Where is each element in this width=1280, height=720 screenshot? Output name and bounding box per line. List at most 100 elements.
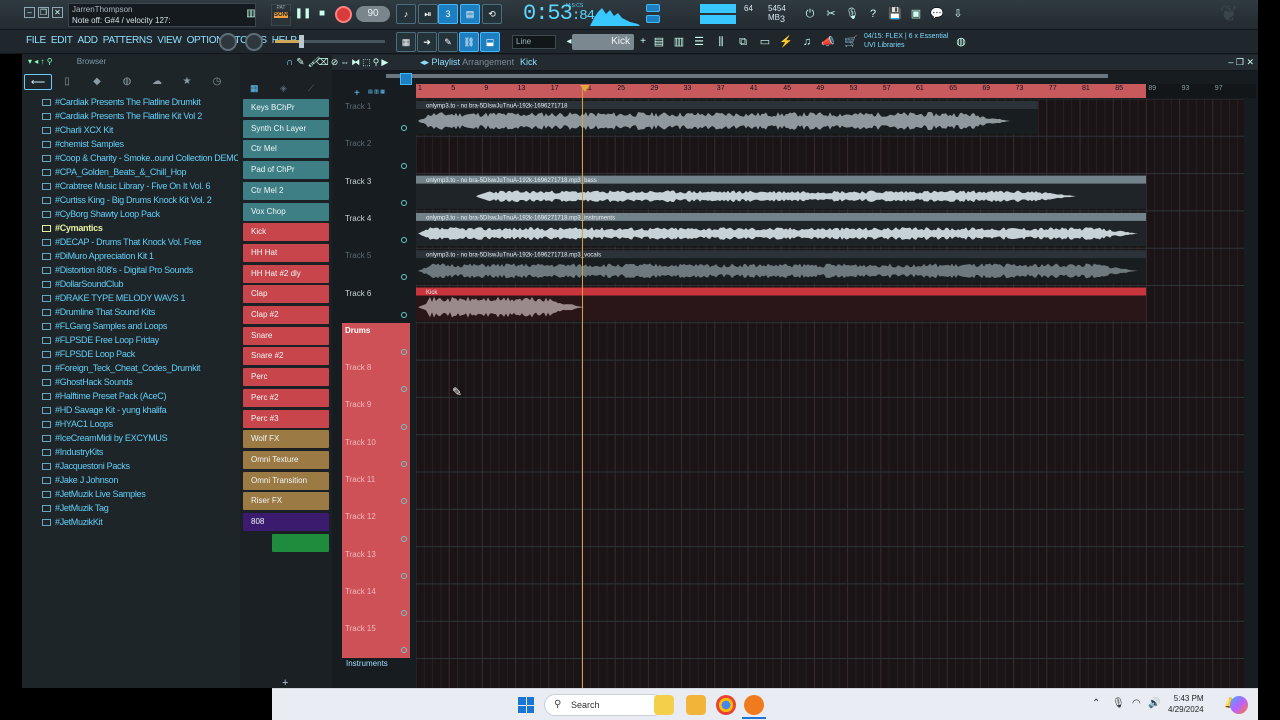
online-icon[interactable]: ⏻ (801, 5, 819, 23)
track-mute-led-icon[interactable] (401, 386, 407, 393)
track-mute-led-icon[interactable] (401, 647, 407, 654)
browser-folder-item[interactable]: #IndustryKits (42, 445, 238, 459)
copilot-icon[interactable] (1230, 696, 1248, 714)
ruler-loop-region[interactable] (416, 84, 1146, 98)
tray-mic-icon[interactable]: 🎙 (1112, 698, 1125, 709)
chat-icon[interactable]: 💬 (928, 5, 946, 23)
track-mute-led-icon[interactable] (401, 311, 407, 318)
browser-folder-item[interactable]: #Coop & Charity - Smoke..ound Collection… (42, 151, 238, 165)
browser-folder-item[interactable]: #Curtiss King - Big Drums Knock Kit Vol.… (42, 193, 238, 207)
file-explorer-icon[interactable] (686, 695, 706, 715)
channel-plugin-icon[interactable]: ◈ (280, 83, 287, 94)
browser-folder-item[interactable]: #GhostHack Sounds (42, 375, 238, 389)
browser-folder-item[interactable]: #chemist Samples (42, 137, 238, 151)
track-header[interactable]: Drums (342, 322, 410, 361)
browser-folder-item[interactable]: #HD Savage Kit - yung khalifa (42, 403, 238, 417)
playlist-close-icon[interactable]: ✕ (1246, 57, 1254, 67)
browser-folder-item[interactable]: #JetMuzik Live Samples (42, 487, 238, 501)
browser-folder-item[interactable]: #Halftime Preset Pack (AceC) (42, 389, 238, 403)
track-header[interactable]: Track 11 (342, 472, 410, 510)
channel-button[interactable]: HH Hat #2 dly (243, 264, 329, 283)
stop-icon[interactable]: ■ (313, 5, 331, 23)
playhead[interactable] (582, 85, 583, 688)
browser-folder-item[interactable]: #FLGang Samples and Loops (42, 319, 238, 333)
pencil-icon[interactable]: ✎ (438, 32, 458, 52)
snap-selector[interactable]: Line (512, 35, 556, 49)
browser-folder-item[interactable]: #JetMuzik Tag (42, 501, 238, 515)
playlist-add-track-icon[interactable]: + (354, 88, 360, 99)
channel-button[interactable]: Ctr Mel 2 (243, 181, 329, 200)
browser-folder-item[interactable]: #CPA_Golden_Beats_&_Chill_Hop (42, 165, 238, 179)
blend-notes-icon[interactable]: ▤ (460, 4, 480, 24)
channel-button[interactable]: Kick (243, 223, 329, 242)
playlist-horizontal-scrollbar[interactable] (386, 74, 1108, 78)
master-volume-knob[interactable] (219, 33, 237, 51)
playlist-arrows-icon[interactable]: ◂▸ (420, 57, 432, 67)
browser-folder-item[interactable]: #Crabtree Music Library - Five On It Vol… (42, 179, 238, 193)
channel-button[interactable]: Omni Transition (243, 471, 329, 490)
track-header[interactable]: Track 6 (342, 286, 410, 323)
taskbar-search[interactable]: ⚲ Search (544, 694, 664, 716)
pat-song-toggle[interactable]: PAT SONG (271, 4, 292, 26)
help-icon[interactable]: ? (864, 5, 882, 23)
chrome-icon[interactable] (716, 695, 736, 715)
browser-nav-icon[interactable]: ▾ ◂ ↑ ⚲ (28, 57, 53, 66)
link-icon[interactable]: ⛓ (459, 32, 479, 52)
browser-folder-item[interactable]: #Cymantics (42, 221, 238, 235)
piano-roll-icon[interactable]: ▥ (670, 33, 688, 51)
browser-plugins-tab-icon[interactable]: ◆ (88, 74, 106, 90)
channel-button[interactable]: Pad of ChPr (243, 161, 329, 180)
track-header[interactable]: Track 5 (342, 248, 410, 285)
channel-button[interactable]: 808 (243, 513, 329, 531)
fl-studio-taskbar-icon[interactable] (744, 695, 764, 715)
menu-file[interactable]: FILE (26, 35, 46, 46)
track-header[interactable]: Track 14 (342, 583, 410, 622)
widgets-icon[interactable] (654, 695, 674, 715)
browser-star-tab-icon[interactable]: ★ (178, 74, 196, 90)
channel-button[interactable]: Synth Ch Layer (243, 119, 329, 138)
taskbar-clock[interactable]: 5:43 PM 4/29/2024 (1168, 693, 1204, 715)
browser-folder-item[interactable]: #Cardiak Presents The Flatline Drumkit (42, 95, 238, 109)
track-mute-led-icon[interactable] (401, 498, 407, 505)
channel-button[interactable]: Snare #2 (243, 347, 329, 366)
hint-panel-icon[interactable]: ▥ (242, 5, 260, 23)
channel-button[interactable]: Snare (243, 326, 329, 345)
windows-start-icon[interactable] (518, 697, 534, 713)
stamp-icon[interactable]: ⬓ (480, 32, 500, 52)
track-mute-led-icon[interactable] (401, 349, 407, 356)
slip-tool-icon[interactable]: ⇔ (340, 57, 349, 68)
megaphone-icon[interactable]: 📣 (819, 33, 837, 51)
menu-patterns[interactable]: PATTERNS (103, 35, 153, 46)
track-header[interactable]: Track 10 (342, 434, 410, 472)
track-mute-led-icon[interactable] (401, 535, 407, 542)
magnet-icon[interactable]: ∩ (286, 57, 293, 68)
metronome-icon[interactable]: ♪ (396, 4, 416, 24)
master-pitch-knob[interactable] (245, 33, 263, 51)
track-mute-led-icon[interactable] (401, 199, 407, 206)
track-header[interactable]: Track 1 (342, 99, 410, 136)
channel-button[interactable]: Riser FX (243, 492, 329, 511)
browser-folder-item[interactable]: #DiMuro Appreciation Kit 1 (42, 249, 238, 263)
record-button[interactable] (335, 6, 352, 23)
browser-all-tab-icon[interactable]: ⟵ (24, 74, 52, 90)
track-mute-led-icon[interactable] (401, 274, 407, 281)
browser-folder-item[interactable]: #FLPSDE Free Loop Friday (42, 333, 238, 347)
delete-tool-icon[interactable]: ⌫ (316, 57, 329, 68)
browser-folder-item[interactable]: #Foreign_Teck_Cheat_Codes_Drumkit (42, 361, 238, 375)
channel-button[interactable]: Perc #2 (243, 388, 329, 407)
browser-folder-item[interactable]: #DECAP - Drums That Knock Vol. Free (42, 235, 238, 249)
channel-automation-icon[interactable]: ⟋ (308, 83, 314, 94)
volume-icon[interactable]: 🔊 (1148, 698, 1160, 709)
channel-button[interactable]: Keys BChPr (243, 99, 329, 117)
browser-folder-item[interactable]: #Charli XCX Kit (42, 123, 238, 137)
channel-button[interactable]: Ctr Mel (243, 140, 329, 159)
browser-folder-item[interactable]: #Drumline That Sound Kits (42, 305, 238, 319)
channel-button[interactable]: Clap (243, 285, 329, 304)
playlist-restore-icon[interactable]: ❐ (1236, 57, 1244, 67)
playlist-ruler[interactable]: 1 5 9 13 17 21 25 29 33 37 41 45 49 53 57 61 65 69 73 77 81 8… (416, 84, 1256, 98)
track-mute-led-icon[interactable] (401, 423, 407, 430)
track-header[interactable]: Track 15 (342, 621, 410, 659)
browser-history-tab-icon[interactable]: ◷ (208, 74, 226, 90)
track-mute-led-icon[interactable] (401, 237, 407, 244)
browser-folder-item[interactable]: #DRAKE TYPE MELODY WAVS 1 (42, 291, 238, 305)
